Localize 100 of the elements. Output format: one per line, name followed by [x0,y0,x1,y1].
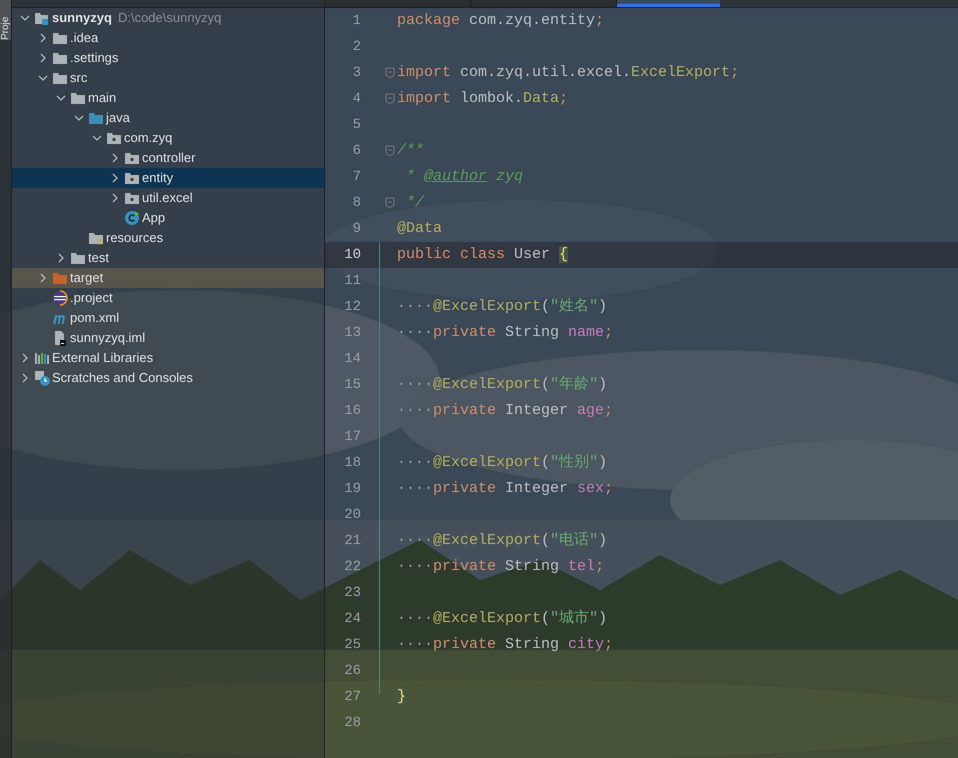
folder-icon [88,110,104,126]
chevron-right-icon[interactable] [20,373,30,383]
code-line: ····private String tel; [397,556,604,577]
scratches-icon [34,370,50,386]
line-number: 9 [352,220,361,238]
chevron-right-icon[interactable] [110,193,120,203]
item-label: sunnyzyq.iml [70,329,146,348]
tree-item[interactable]: entity [12,168,324,188]
code-line: package com.zyq.entity; [397,10,604,31]
chevron-down-icon[interactable] [56,93,66,103]
tree-item[interactable]: resources [12,228,324,248]
package-folder-icon [106,130,122,146]
line-number: 5 [352,116,361,134]
fold-marker-icon[interactable] [385,67,395,79]
chevron-down-icon[interactable] [92,133,102,143]
code-line: ····@ExcelExport("城市") [397,608,608,629]
line-number: 18 [343,454,361,472]
item-label: com.zyq [124,129,172,148]
line-number: 16 [343,402,361,420]
code-line: @Data [397,218,442,239]
tree-item[interactable]: util.excel [12,188,324,208]
code-line: ····@ExcelExport("性别") [397,452,608,473]
line-number: 10 [343,246,361,264]
chevron-right-icon[interactable] [110,153,120,163]
tree-item[interactable]: target [12,268,324,288]
item-label: controller [142,149,196,168]
chevron-right-icon[interactable] [20,353,30,363]
tree-item[interactable]: src [12,68,324,88]
item-label: pom.xml [70,309,120,328]
line-number: 22 [343,558,361,576]
line-number: 2 [352,38,361,56]
item-label: sunnyzyq [52,9,112,28]
tree-item[interactable]: External Libraries [12,348,324,368]
fold-marker-icon[interactable] [385,145,395,157]
tree-item[interactable]: .idea [12,28,324,48]
resources-folder-icon [88,230,104,246]
chevron-right-icon[interactable] [56,253,66,263]
code-line: * @author zyq [405,166,524,187]
item-label: entity [142,169,174,188]
line-number: 27 [343,688,361,706]
line-number: 6 [352,142,361,160]
tree-item[interactable]: test [12,248,324,268]
class-icon [124,210,140,226]
code-line: ····@ExcelExport("电话") [397,530,608,551]
item-label: App [142,209,166,228]
tree-item[interactable]: main [12,88,324,108]
tree-item[interactable]: sunnyzyq D:\code\sunnyzyq [12,8,324,28]
line-number: 11 [343,272,361,290]
chevron-down-icon[interactable] [74,113,84,123]
code-line: ····private Integer sex; [397,478,614,499]
item-label: .project [70,289,113,308]
package-folder-icon [124,190,140,206]
item-label: target [70,269,104,288]
tree-item[interactable]: pom.xml [12,308,324,328]
item-label: resources [106,229,164,248]
tree-item[interactable]: java [12,108,324,128]
code-line: ····@ExcelExport("姓名") [397,296,608,317]
tree-item[interactable]: .settings [12,48,324,68]
item-label: util.excel [142,189,193,208]
fold-marker-icon[interactable] [385,93,395,105]
tree-item[interactable]: Scratches and Consoles [12,368,324,388]
chevron-right-icon[interactable] [110,173,120,183]
line-number: 14 [343,350,361,368]
line-number: 20 [343,506,361,524]
tree-item[interactable]: controller [12,148,324,168]
project-tool-tab[interactable]: Proje [0,0,11,40]
eclipse-file-icon [52,290,68,306]
folder-icon [70,90,86,106]
item-label: .idea [70,29,98,48]
item-label: Scratches and Consoles [52,369,193,388]
line-number: 3 [352,64,361,82]
line-number: 17 [343,428,361,446]
tree-item[interactable]: com.zyq [12,128,324,148]
fold-marker-icon[interactable] [385,197,395,209]
folder-icon [70,250,86,266]
line-number: 7 [352,168,361,186]
chevron-down-icon[interactable] [20,13,30,23]
line-number: 19 [343,480,361,498]
code-line: import com.zyq.util.excel.ExcelExport; [397,62,740,83]
folder-icon [52,30,68,46]
code-line: /** [397,140,424,161]
line-number: 28 [343,714,361,732]
line-number: 25 [343,636,361,654]
code-line: public class User { [397,244,568,265]
code-line: import lombok.Data; [397,88,568,109]
chevron-right-icon[interactable] [38,33,48,43]
folder-icon [52,70,68,86]
tree-item[interactable]: sunnyzyq.iml [12,328,324,348]
project-path: D:\code\sunnyzyq [118,9,222,28]
chevron-right-icon[interactable] [38,273,48,283]
code-line: ····@ExcelExport("年龄") [397,374,608,395]
tree-item[interactable]: .project [12,288,324,308]
chevron-right-icon[interactable] [38,53,48,63]
package-folder-icon [124,170,140,186]
package-folder-icon [124,150,140,166]
line-number: 21 [343,532,361,550]
line-number: 24 [343,610,361,628]
tree-item[interactable]: App [12,208,324,228]
line-number: 8 [352,194,361,212]
chevron-down-icon[interactable] [38,73,48,83]
